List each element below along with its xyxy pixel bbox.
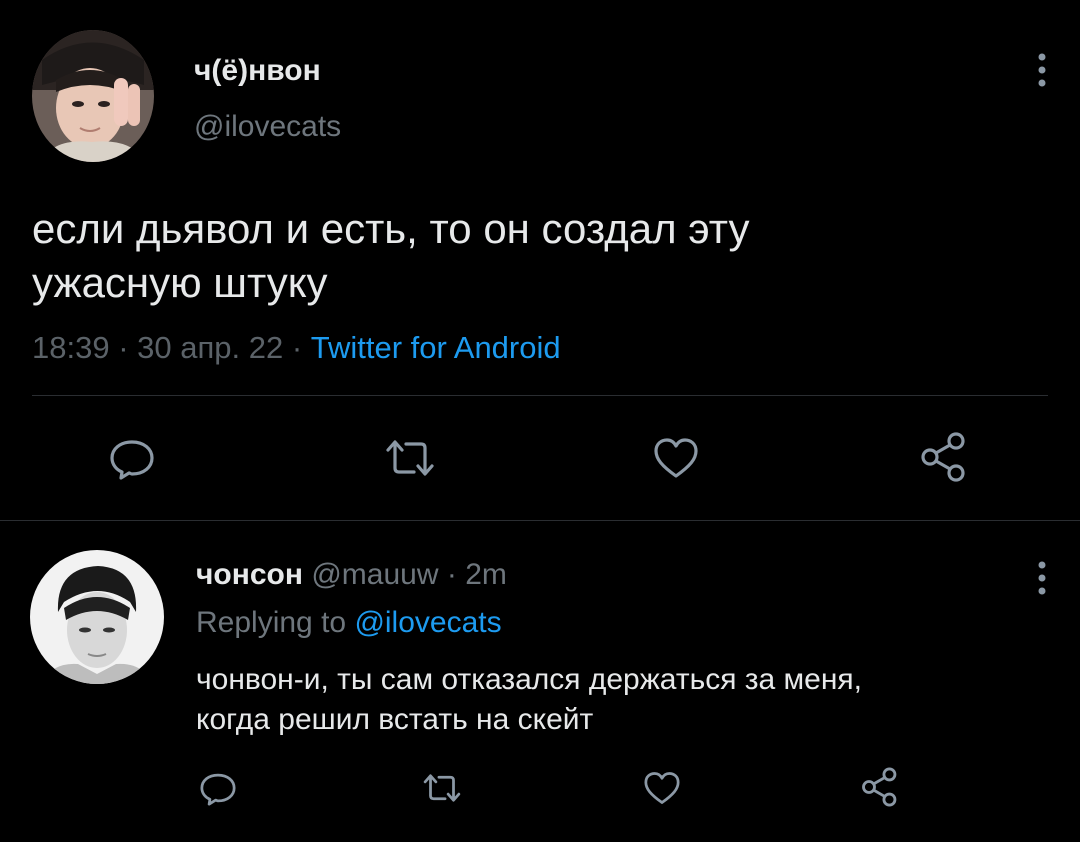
- avatar-photo: [30, 550, 164, 684]
- reply-icon: [200, 773, 236, 806]
- reply-like-button[interactable]: [640, 766, 684, 810]
- reply-author-name[interactable]: чонсон: [196, 558, 303, 591]
- replying-to-label: Replying to: [196, 606, 355, 639]
- meta-separator: ·: [283, 330, 311, 365]
- reply-more-options-button[interactable]: [1032, 558, 1052, 598]
- tweet-date[interactable]: 30 апр. 22: [137, 330, 283, 365]
- share-icon: [862, 767, 897, 807]
- reply-reply-button[interactable]: [196, 766, 240, 810]
- reply-separator: ·: [438, 558, 466, 591]
- retweet-button[interactable]: [380, 430, 440, 486]
- share-button[interactable]: [916, 428, 972, 486]
- more-vertical-icon: [1038, 53, 1046, 87]
- divider: [32, 395, 1048, 396]
- reply-retweet-button[interactable]: [418, 766, 466, 810]
- reply-time[interactable]: 2m: [465, 558, 507, 591]
- reply-share-button[interactable]: [858, 764, 902, 810]
- tweet-meta: 18:39 · 30 апр. 22 · Twitter for Android: [32, 330, 561, 366]
- reply-text: чонвон-и, ты сам отказался держаться за …: [196, 663, 863, 736]
- divider: [0, 520, 1080, 521]
- replying-to: Replying to @ilovecats: [196, 606, 502, 640]
- reply-icon: [110, 440, 154, 480]
- tweet-source-link[interactable]: Twitter for Android: [311, 330, 561, 365]
- like-button[interactable]: [648, 430, 704, 486]
- tweet-time[interactable]: 18:39: [32, 330, 110, 365]
- reply-author-handle[interactable]: @mauuw: [311, 558, 438, 591]
- retweet-icon: [386, 440, 434, 476]
- author-name[interactable]: ч(ё)нвон: [194, 54, 321, 88]
- heart-icon: [644, 772, 680, 804]
- heart-icon: [654, 438, 698, 478]
- author-avatar[interactable]: [32, 30, 154, 162]
- author-handle[interactable]: @ilovecats: [194, 110, 341, 144]
- reply-button[interactable]: [104, 430, 160, 486]
- meta-separator: ·: [109, 330, 138, 365]
- more-vertical-icon: [1038, 561, 1046, 595]
- more-options-button[interactable]: [1032, 50, 1052, 90]
- reply-author-avatar[interactable]: [30, 550, 164, 684]
- avatar-photo: [32, 30, 154, 162]
- share-icon: [921, 432, 965, 482]
- retweet-icon: [423, 774, 461, 802]
- replying-to-mention[interactable]: @ilovecats: [354, 606, 501, 639]
- reply-header: чонсон @mauuw · 2m: [196, 558, 507, 592]
- tweet-text: если дьявол и есть, то он создал эту ужа…: [32, 205, 750, 306]
